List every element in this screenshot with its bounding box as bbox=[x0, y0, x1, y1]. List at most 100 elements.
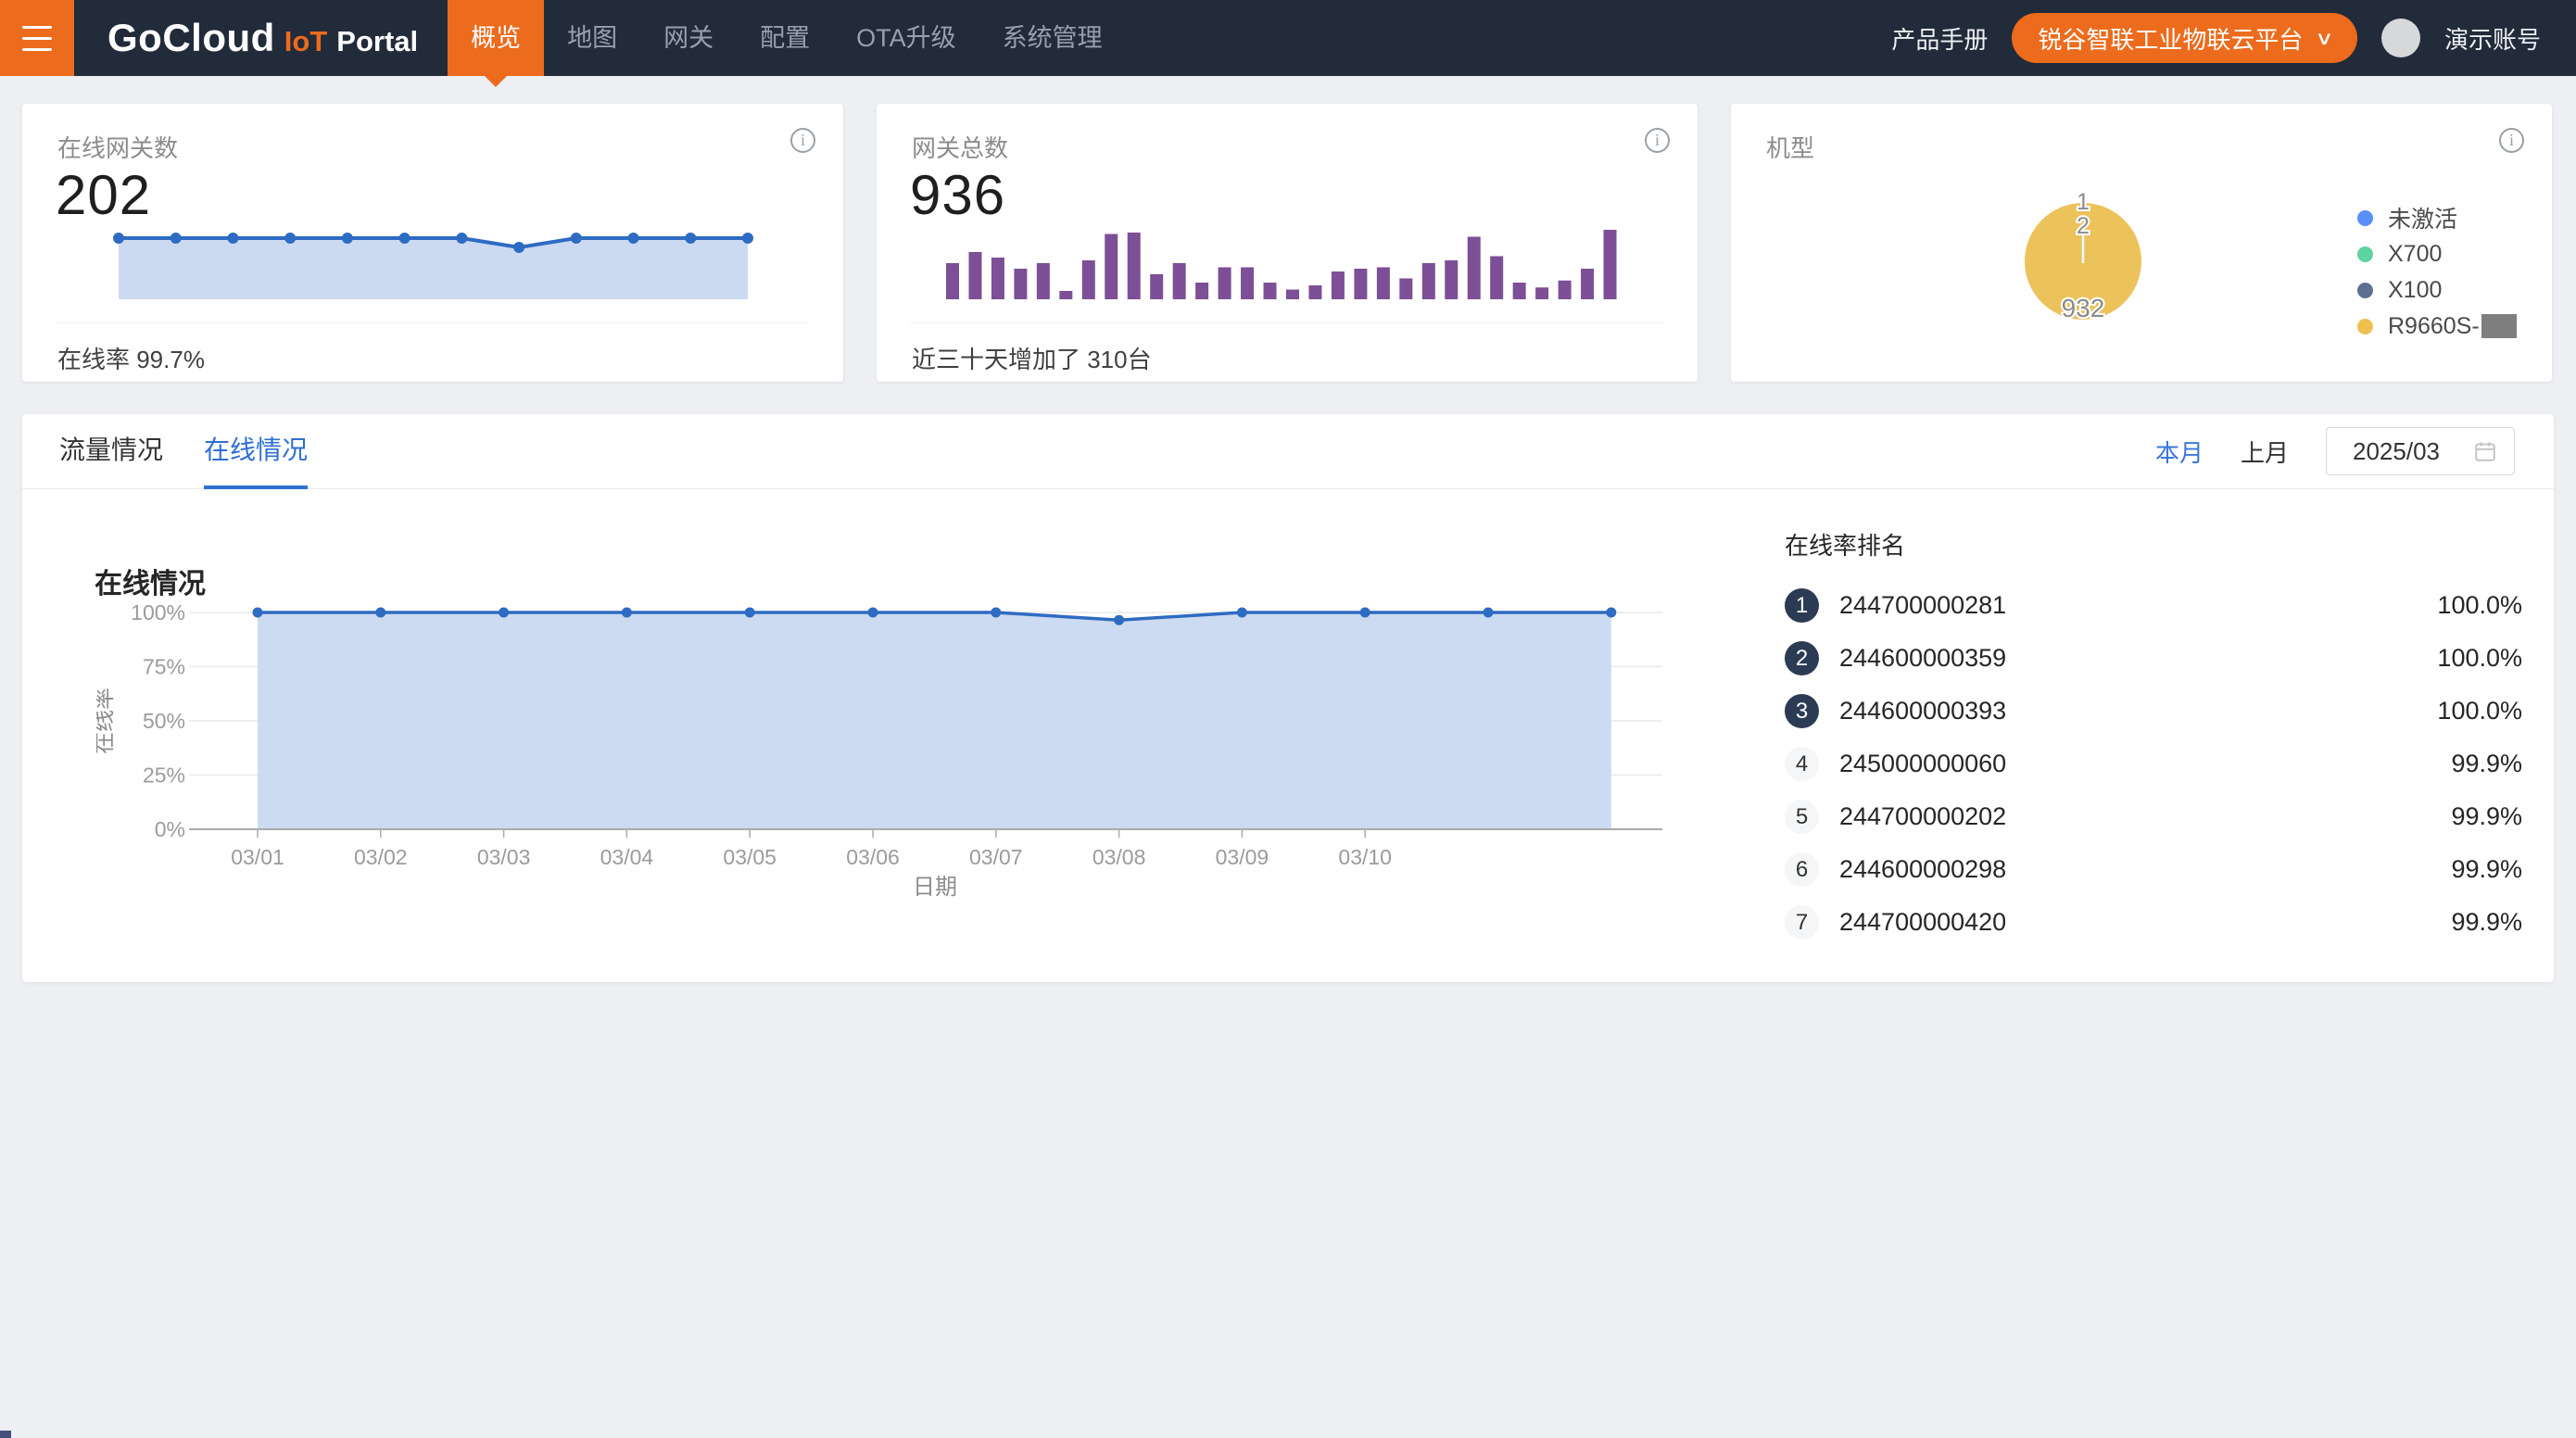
online-gateways-value: 202 bbox=[56, 163, 151, 227]
legend-item-3[interactable]: X100 bbox=[2357, 276, 2517, 304]
dashboard-page: GoCloud IoT Portal 概览地图网关配置OTA升级系统管理 产品手… bbox=[0, 0, 2576, 1438]
svg-text:03/04: 03/04 bbox=[600, 845, 654, 869]
panel-tab-1[interactable]: 流量情况 bbox=[59, 414, 163, 489]
svg-text:日期: 日期 bbox=[913, 875, 957, 900]
legend-label: 未激活 bbox=[2388, 201, 2457, 234]
nav-tab-2[interactable]: 地图 bbox=[544, 0, 640, 76]
svg-text:50%: 50% bbox=[143, 709, 185, 733]
online-rate: 100.0% bbox=[2437, 644, 2522, 673]
online-rate-ranking: 在线率排名 1 244700000281 100.0% 2 244600000359 10… bbox=[1785, 527, 2522, 949]
online-rate: 99.9% bbox=[2451, 855, 2522, 884]
ranking-row[interactable]: 7 244700000420 99.9% bbox=[1785, 896, 2522, 949]
legend-item-2[interactable]: X700 bbox=[2357, 240, 2517, 268]
svg-text:在线率: 在线率 bbox=[96, 687, 117, 754]
period-controls: 本月 上月 2025/03 bbox=[2155, 427, 2515, 475]
navbar-right: 产品手册 锐谷智联工业物联云平台 ∨ 演示账号 bbox=[1891, 13, 2576, 63]
device-id: 244600000359 bbox=[1839, 644, 2006, 673]
svg-text:03/07: 03/07 bbox=[969, 845, 1023, 869]
product-manual-link[interactable]: 产品手册 bbox=[1891, 21, 1988, 56]
svg-text:03/05: 03/05 bbox=[723, 845, 777, 869]
online-rate-area-chart: 0%25%50%75%100%03/0103/0203/0303/0403/05… bbox=[96, 599, 1746, 989]
svg-text:03/09: 03/09 bbox=[1216, 845, 1269, 869]
account-name[interactable]: 演示账号 bbox=[2444, 21, 2541, 56]
ranking-title: 在线率排名 bbox=[1785, 527, 2522, 555]
nav-tab-1[interactable]: 概览 bbox=[448, 0, 544, 76]
month-picker[interactable]: 2025/03 bbox=[2326, 427, 2515, 475]
panel-tab-2[interactable]: 在线情况 bbox=[204, 414, 308, 489]
online-rate: 100.0% bbox=[2437, 697, 2522, 725]
nav-tab-5[interactable]: OTA升级 bbox=[833, 0, 979, 76]
divider bbox=[56, 322, 810, 323]
online-chart-title: 在线情况 bbox=[95, 561, 206, 601]
tenant-selector-button[interactable]: 锐谷智联工业物联云平台 ∨ bbox=[2012, 13, 2357, 63]
legend-label: R9660S- bbox=[2388, 313, 2517, 340]
rank-badge: 1 bbox=[1785, 588, 1819, 623]
ranking-rows: 1244700000281100.0%2244600000359100.0%32… bbox=[1785, 579, 2522, 949]
svg-text:1: 1 bbox=[2077, 189, 2090, 215]
device-id: 245000000060 bbox=[1839, 750, 2006, 778]
ranking-row[interactable]: 6 244600000298 99.9% bbox=[1785, 843, 2522, 896]
models-title: 机型 bbox=[1766, 130, 1814, 164]
legend-dot-icon bbox=[2357, 210, 2373, 226]
info-icon[interactable] bbox=[1645, 128, 1670, 153]
chevron-down-icon: ∨ bbox=[2315, 27, 2333, 50]
main-nav-tabs: 概览地图网关配置OTA升级系统管理 bbox=[448, 0, 1126, 76]
last-month-button[interactable]: 上月 bbox=[2241, 435, 2289, 469]
svg-text:03/02: 03/02 bbox=[354, 845, 408, 869]
trend-panel-tabs: 流量情况在线情况 bbox=[59, 414, 348, 489]
device-id: 244700000281 bbox=[1839, 591, 2006, 620]
svg-text:03/10: 03/10 bbox=[1338, 845, 1392, 869]
info-icon[interactable] bbox=[790, 128, 815, 153]
ranking-row[interactable]: 3 244600000393 100.0% bbox=[1785, 685, 2522, 738]
ranking-row[interactable]: 1244700000281100.0% bbox=[1785, 579, 2522, 632]
svg-text:03/08: 03/08 bbox=[1092, 845, 1146, 869]
legend-dot-icon bbox=[2357, 283, 2373, 298]
nav-tab-3[interactable]: 网关 bbox=[640, 0, 737, 76]
total-gateways-title: 网关总数 bbox=[912, 130, 1008, 164]
svg-text:932: 932 bbox=[2062, 294, 2105, 322]
legend-dot-icon bbox=[2357, 246, 2373, 262]
tenant-name: 锐谷智联工业物联云平台 bbox=[2038, 21, 2303, 56]
rank-badge: 6 bbox=[1785, 852, 1819, 887]
rank-badge: 5 bbox=[1785, 800, 1819, 834]
this-month-button[interactable]: 本月 bbox=[2155, 435, 2203, 469]
legend-item-1[interactable]: 未激活 bbox=[2357, 204, 2517, 232]
ranking-row[interactable]: 2 244600000359 100.0% bbox=[1785, 632, 2522, 685]
device-id: 244700000202 bbox=[1839, 802, 2006, 831]
nav-tab-4[interactable]: 配置 bbox=[737, 0, 833, 76]
hamburger-menu-icon[interactable] bbox=[0, 0, 74, 76]
logo-text-accent: IoT bbox=[284, 25, 328, 58]
device-id: 244700000420 bbox=[1839, 908, 2006, 937]
models-pie-legend: 未激活 X700 X100 R9660S- bbox=[2357, 204, 2517, 340]
logo-text-primary: GoCloud bbox=[107, 16, 275, 60]
device-id: 244600000298 bbox=[1839, 855, 2006, 884]
info-icon[interactable] bbox=[2499, 128, 2524, 153]
total-gateways-value: 936 bbox=[910, 163, 1005, 227]
redacted-text bbox=[2481, 314, 2517, 338]
legend-item-4[interactable]: R9660S- bbox=[2357, 312, 2517, 340]
rank-badge: 2 bbox=[1785, 641, 1819, 675]
svg-text:75%: 75% bbox=[143, 655, 185, 679]
device-id: 244600000393 bbox=[1839, 697, 2006, 725]
online-rate-footer: 在线率 99.7% bbox=[57, 341, 205, 375]
growth-footer: 近三十天增加了 310台 bbox=[912, 341, 1152, 375]
app-logo: GoCloud IoT Portal bbox=[107, 16, 418, 60]
trend-panel: 流量情况在线情况 本月 上月 2025/03 在线情况 0%25%50%75%1… bbox=[22, 414, 2554, 982]
ranking-row[interactable]: 4 245000000060 99.9% bbox=[1785, 738, 2522, 790]
online-rate: 99.9% bbox=[2451, 802, 2522, 831]
ranking-row[interactable]: 5 244700000202 99.9% bbox=[1785, 790, 2522, 843]
online-rate: 99.9% bbox=[2451, 908, 2522, 937]
online-rate: 99.9% bbox=[2451, 750, 2522, 778]
nav-tab-6[interactable]: 系统管理 bbox=[979, 0, 1126, 76]
corner-artifact bbox=[0, 1431, 11, 1438]
svg-text:25%: 25% bbox=[143, 763, 185, 788]
rank-badge: 3 bbox=[1785, 694, 1819, 728]
svg-text:0%: 0% bbox=[155, 817, 185, 841]
month-picker-value: 2025/03 bbox=[2353, 437, 2473, 466]
svg-text:100%: 100% bbox=[131, 600, 185, 624]
svg-text:03/06: 03/06 bbox=[846, 845, 900, 869]
user-avatar[interactable] bbox=[2381, 19, 2420, 57]
svg-text:03/03: 03/03 bbox=[477, 845, 531, 869]
rank-badge: 4 bbox=[1785, 747, 1819, 781]
rank-badge: 7 bbox=[1785, 905, 1819, 940]
